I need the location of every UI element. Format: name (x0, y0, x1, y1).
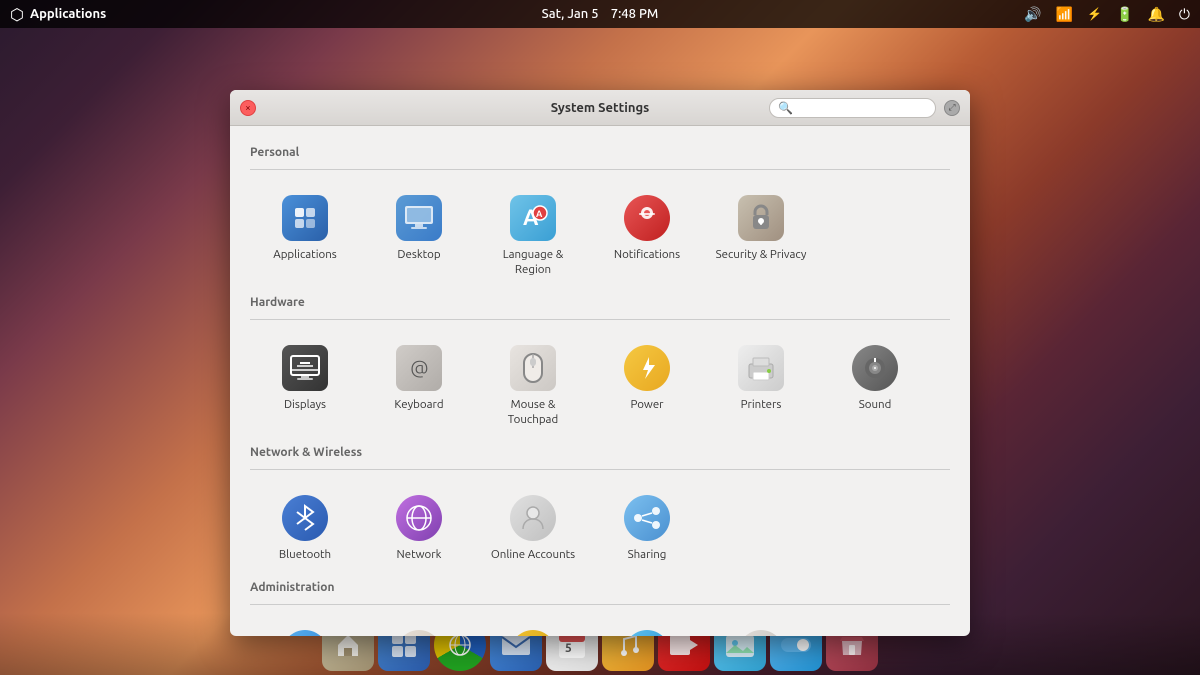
settings-window: × System Settings 🔍 ⤢ Personal (230, 90, 970, 636)
settings-item-displays[interactable]: Displays (250, 334, 360, 438)
settings-item-user-accounts[interactable]: User Accounts (706, 619, 816, 636)
keyboard-label: Keyboard (394, 398, 443, 413)
bluetooth-icon[interactable]: ⚡ (1087, 7, 1102, 21)
power-icon[interactable]: ⏻ (1179, 6, 1190, 23)
settings-item-about[interactable]: i About (250, 619, 360, 636)
printers-icon (737, 344, 785, 392)
settings-item-notifications[interactable]: Notifications (592, 184, 702, 288)
mouse-label: Mouse & Touchpad (486, 398, 580, 428)
section-network: Network & Wireless (250, 446, 950, 573)
user-accounts-icon (737, 629, 785, 636)
universal-icon (623, 629, 671, 636)
svg-text:5: 5 (565, 642, 572, 655)
security-icon (737, 194, 785, 242)
online-accounts-icon (509, 494, 557, 542)
mouse-icon (509, 344, 557, 392)
svg-text:A: A (536, 209, 543, 219)
topbar-left: ⬡ Applications (10, 5, 106, 24)
settings-item-mouse[interactable]: Mouse & Touchpad (478, 334, 588, 438)
settings-item-bluetooth[interactable]: Bluetooth (250, 484, 360, 573)
online-accounts-label: Online Accounts (491, 548, 575, 563)
sharing-icon (623, 494, 671, 542)
printers-label: Printers (741, 398, 782, 413)
settings-content: Personal (230, 126, 970, 636)
section-administration-label: Administration (250, 581, 950, 594)
section-personal: Personal (250, 146, 950, 288)
search-icon: 🔍 (778, 101, 793, 115)
desktop-label: Desktop (397, 248, 440, 263)
applications-icon (281, 194, 329, 242)
settings-item-parental[interactable]: Parental Control (478, 619, 588, 636)
settings-item-printers[interactable]: Printers (706, 334, 816, 438)
topbar-time: 7:48 PM (611, 7, 659, 21)
administration-grid: i About (250, 619, 950, 636)
notifications-label: Notifications (614, 248, 680, 263)
bluetooth-item-icon (281, 494, 329, 542)
settings-item-applications[interactable]: Applications (250, 184, 360, 288)
power-label: Power (630, 398, 663, 413)
settings-item-universal[interactable]: Universal Access (592, 619, 702, 636)
titlebar: × System Settings 🔍 ⤢ (230, 90, 970, 126)
topbar-center: Sat, Jan 5 7:48 PM (542, 7, 659, 21)
section-hardware-label: Hardware (250, 296, 950, 309)
settings-item-datetime[interactable]: Date & Time (364, 619, 474, 636)
applications-label: Applications (273, 248, 337, 263)
notifications-icon (623, 194, 671, 242)
displays-icon (281, 344, 329, 392)
language-label: Language & Region (486, 248, 580, 278)
topbar-date: Sat, Jan 5 (542, 7, 599, 21)
personal-grid: Applications (250, 184, 950, 288)
search-box[interactable]: 🔍 (769, 98, 936, 118)
expand-button[interactable]: ⤢ (944, 100, 960, 116)
desktop: ⬡ Applications Sat, Jan 5 7:48 PM 🔊 📶 ⚡ … (0, 0, 1200, 675)
section-administration: Administration i About (250, 581, 950, 636)
settings-item-sharing[interactable]: Sharing (592, 484, 702, 573)
network-grid: Bluetooth Network (250, 484, 950, 573)
svg-text:@: @ (410, 356, 429, 379)
sharing-label: Sharing (628, 548, 667, 563)
section-personal-divider (250, 169, 950, 170)
battery-icon[interactable]: 🔋 (1116, 6, 1133, 23)
settings-item-online-accounts[interactable]: Online Accounts (478, 484, 588, 573)
wifi-icon[interactable]: 📶 (1056, 6, 1073, 23)
section-network-label: Network & Wireless (250, 446, 950, 459)
search-input[interactable] (797, 101, 927, 115)
volume-icon[interactable]: 🔊 (1024, 6, 1041, 23)
settings-item-power[interactable]: Power (592, 334, 702, 438)
section-administration-divider (250, 604, 950, 605)
topbar-right: 🔊 📶 ⚡ 🔋 🔔 ⏻ (1024, 6, 1190, 23)
section-hardware-divider (250, 319, 950, 320)
hardware-grid: Displays @ Keyboard (250, 334, 950, 438)
settings-item-desktop[interactable]: Desktop (364, 184, 474, 288)
topbar: ⬡ Applications Sat, Jan 5 7:48 PM 🔊 📶 ⚡ … (0, 0, 1200, 28)
notification-bell-icon[interactable]: 🔔 (1147, 6, 1164, 23)
security-label: Security & Privacy (716, 248, 807, 263)
bluetooth-label: Bluetooth (279, 548, 331, 563)
parental-icon (509, 629, 557, 636)
close-button[interactable]: × (240, 100, 256, 116)
sound-icon (851, 344, 899, 392)
settings-item-security[interactable]: Security & Privacy (706, 184, 816, 288)
about-icon: i (281, 629, 329, 636)
desktop-icon (395, 194, 443, 242)
settings-item-keyboard[interactable]: @ Keyboard (364, 334, 474, 438)
section-personal-label: Personal (250, 146, 950, 159)
section-hardware: Hardware (250, 296, 950, 438)
app-menu-label[interactable]: Applications (30, 7, 106, 21)
network-label: Network (397, 548, 442, 563)
apple-icon[interactable]: ⬡ (10, 5, 24, 24)
network-icon (395, 494, 443, 542)
datetime-icon (395, 629, 443, 636)
displays-label: Displays (284, 398, 326, 413)
power-icon-item (623, 344, 671, 392)
settings-item-language[interactable]: A A Language & Region (478, 184, 588, 288)
settings-item-sound[interactable]: Sound (820, 334, 930, 438)
language-icon: A A (509, 194, 557, 242)
section-network-divider (250, 469, 950, 470)
window-title: System Settings (551, 101, 650, 115)
settings-item-network[interactable]: Network (364, 484, 474, 573)
keyboard-icon: @ (395, 344, 443, 392)
sound-label: Sound (859, 398, 892, 413)
